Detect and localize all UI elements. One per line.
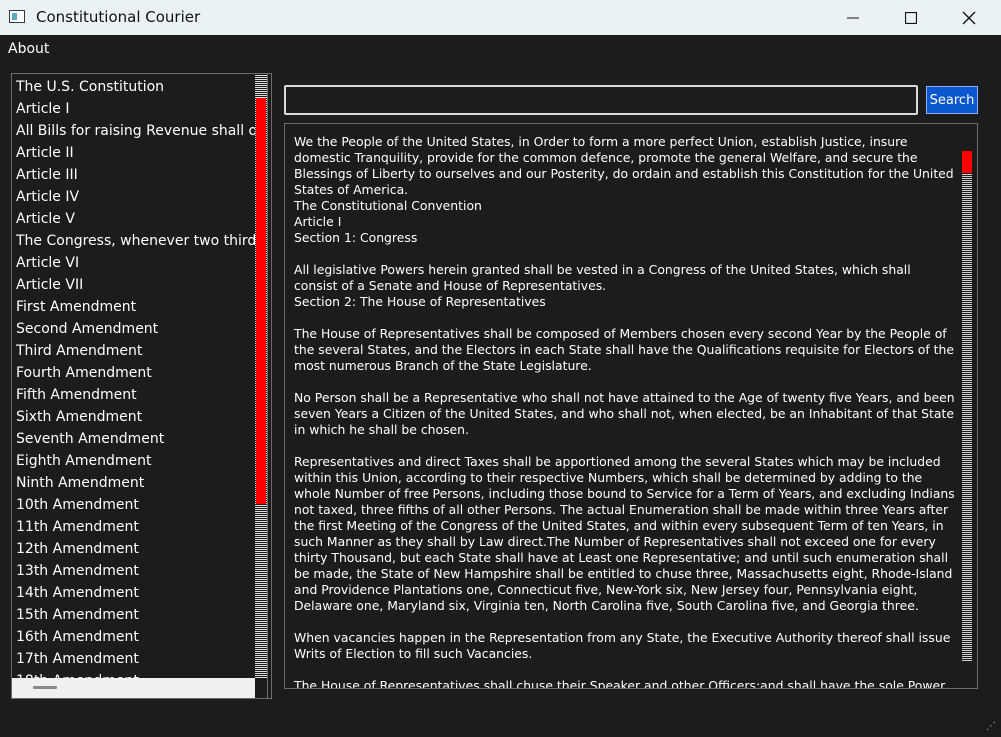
menu-about[interactable]: About — [8, 41, 49, 57]
section-list-hscrollbar[interactable] — [12, 678, 255, 698]
section-list-item[interactable]: Seventh Amendment — [12, 428, 256, 450]
search-input[interactable] — [284, 85, 918, 115]
app-icon — [9, 10, 25, 23]
section-list-panel: The U.S. Constitution Article I All Bills … — [11, 73, 272, 699]
section-list-item[interactable]: Article V — [12, 208, 256, 230]
splitter-handle[interactable] — [267, 74, 271, 698]
section-list-item[interactable]: Article III — [12, 164, 256, 186]
section-list-item[interactable]: Third Amendment — [12, 340, 256, 362]
maximize-icon — [905, 11, 917, 24]
section-list-item[interactable]: Article I — [12, 98, 256, 120]
window-title: Constitutional Courier — [36, 8, 201, 26]
document-scrollbar[interactable] — [962, 151, 972, 661]
section-list-item[interactable]: Second Amendment — [12, 318, 256, 340]
search-button[interactable]: Search — [926, 86, 978, 114]
menu-bar: About — [0, 35, 1001, 63]
section-list-scroll-thumb[interactable] — [256, 98, 266, 504]
section-list-item[interactable]: 17th Amendment — [12, 648, 256, 670]
title-bar: Constitutional Courier — [0, 0, 1001, 35]
section-list-item[interactable]: The U.S. Constitution — [12, 76, 256, 98]
minimize-icon — [847, 17, 859, 18]
maximize-button[interactable] — [882, 0, 940, 35]
section-list-item[interactable]: Article II — [12, 142, 256, 164]
section-list-item[interactable]: The Congress, whenever two thirds of bot… — [12, 230, 256, 252]
close-icon — [962, 11, 976, 24]
section-list-item[interactable]: Eighth Amendment — [12, 450, 256, 472]
section-list-item[interactable]: Fourth Amendment — [12, 362, 256, 384]
section-list-item[interactable]: Fifth Amendment — [12, 384, 256, 406]
section-list-item[interactable]: 15th Amendment — [12, 604, 256, 626]
document-view[interactable]: We the People of the United States, in O… — [284, 123, 978, 689]
section-list-item[interactable]: Sixth Amendment — [12, 406, 256, 428]
section-list-scrollbar[interactable] — [255, 74, 267, 678]
section-list-item[interactable]: 16th Amendment — [12, 626, 256, 648]
minimize-button[interactable] — [824, 0, 882, 35]
section-list-item[interactable]: 10th Amendment — [12, 494, 256, 516]
section-list-item[interactable]: Article VII — [12, 274, 256, 296]
section-list-item[interactable]: Article IV — [12, 186, 256, 208]
section-list-item[interactable]: 12th Amendment — [12, 538, 256, 560]
document-text: We the People of the United States, in O… — [294, 134, 955, 689]
section-list-item[interactable]: First Amendment — [12, 296, 256, 318]
section-list-hscroll-thumb[interactable] — [33, 686, 57, 689]
section-list-item[interactable]: 11th Amendment — [12, 516, 256, 538]
section-list-item[interactable]: 13th Amendment — [12, 560, 256, 582]
section-list: The U.S. Constitution Article I All Bills … — [12, 76, 256, 692]
section-list-item[interactable]: All Bills for raising Revenue shall orig… — [12, 120, 256, 142]
document-scroll-thumb[interactable] — [962, 151, 972, 173]
section-list-item[interactable]: 14th Amendment — [12, 582, 256, 604]
close-button[interactable] — [940, 0, 998, 35]
section-list-item[interactable]: Article VI — [12, 252, 256, 274]
section-list-item[interactable]: Ninth Amendment — [12, 472, 256, 494]
resize-grip-icon[interactable]: ⋰ — [986, 722, 998, 734]
